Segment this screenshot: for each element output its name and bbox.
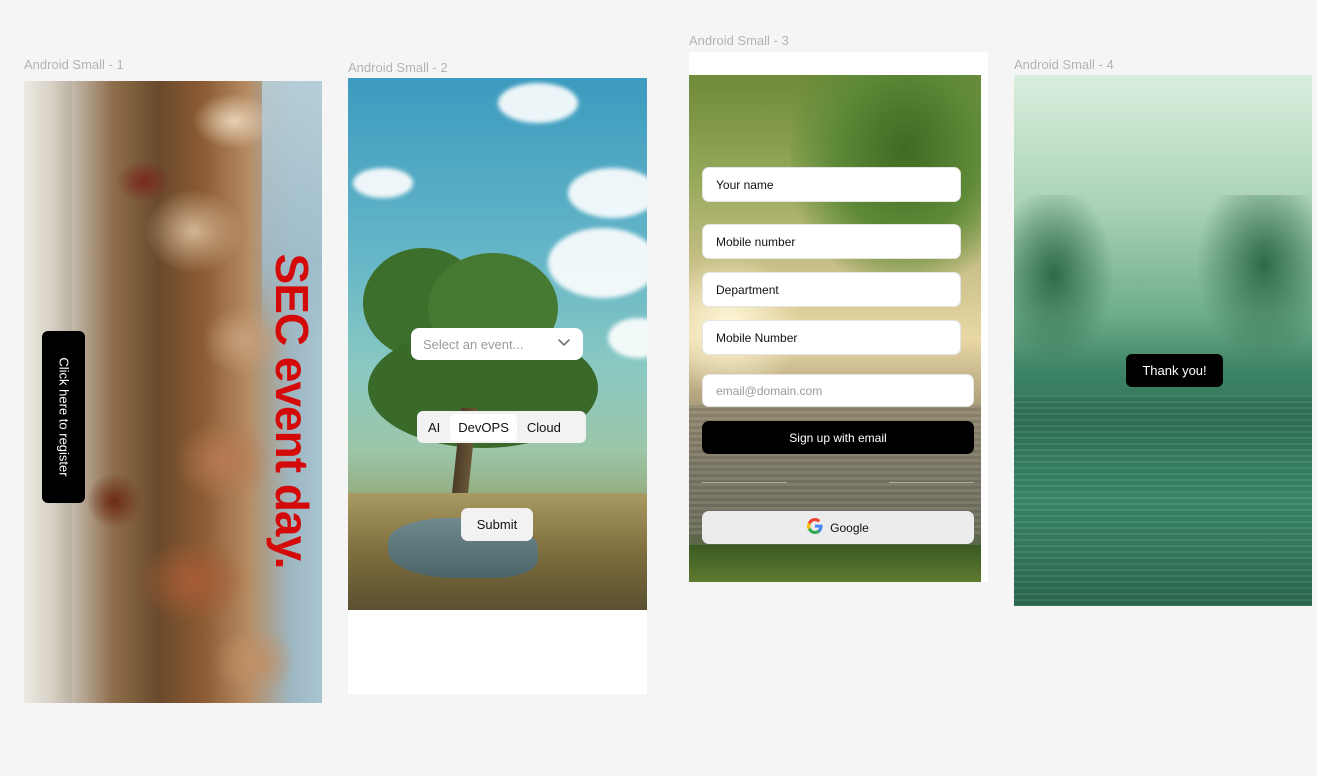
event-select[interactable]: Select an event... [411, 328, 583, 360]
divider-right [889, 482, 974, 483]
name-field[interactable]: Your name [702, 167, 961, 202]
chevron-down-icon [557, 335, 571, 354]
lake-reflection [1014, 395, 1312, 606]
register-button[interactable]: Click here to register [42, 331, 85, 503]
register-button-label: Click here to register [56, 357, 71, 477]
mobile-number-field-2[interactable]: Mobile Number [702, 320, 961, 355]
google-logo-icon [807, 518, 823, 537]
frame-label-1: Android Small - 1 [24, 57, 124, 72]
frame-label-2: Android Small - 2 [348, 60, 448, 75]
event-select-placeholder: Select an event... [423, 336, 524, 352]
event-type-segmented-control: AI DevOPS Cloud [417, 411, 586, 443]
segment-devops[interactable]: DevOPS [450, 413, 517, 441]
department-field[interactable]: Department [702, 272, 961, 307]
segment-ai[interactable]: AI [420, 414, 448, 441]
grass [689, 545, 981, 582]
frame-android-small-1: Click here to register SEC event day. [24, 81, 322, 703]
frame-android-small-3: Your name Mobile number Department Mobil… [689, 75, 981, 582]
google-sign-in-button[interactable]: Google [702, 511, 974, 544]
email-field[interactable]: email@domain.com [702, 374, 974, 407]
mobile-number-field[interactable]: Mobile number [702, 224, 961, 259]
submit-button[interactable]: Submit [461, 508, 533, 541]
frame-label-3: Android Small - 3 [689, 33, 789, 48]
divider-left [702, 482, 787, 483]
sign-up-with-email-button[interactable]: Sign up with email [702, 421, 974, 454]
event-headline: SEC event day. [266, 253, 318, 569]
frame-android-small-2: Select an event... AI DevOPS Cloud Submi… [348, 78, 647, 610]
frame-label-4: Android Small - 4 [1014, 57, 1114, 72]
frame-android-small-4: Thank you! [1014, 75, 1312, 606]
google-button-label: Google [830, 520, 869, 535]
segment-cloud[interactable]: Cloud [519, 414, 569, 441]
thank-you-message: Thank you! [1126, 354, 1223, 387]
